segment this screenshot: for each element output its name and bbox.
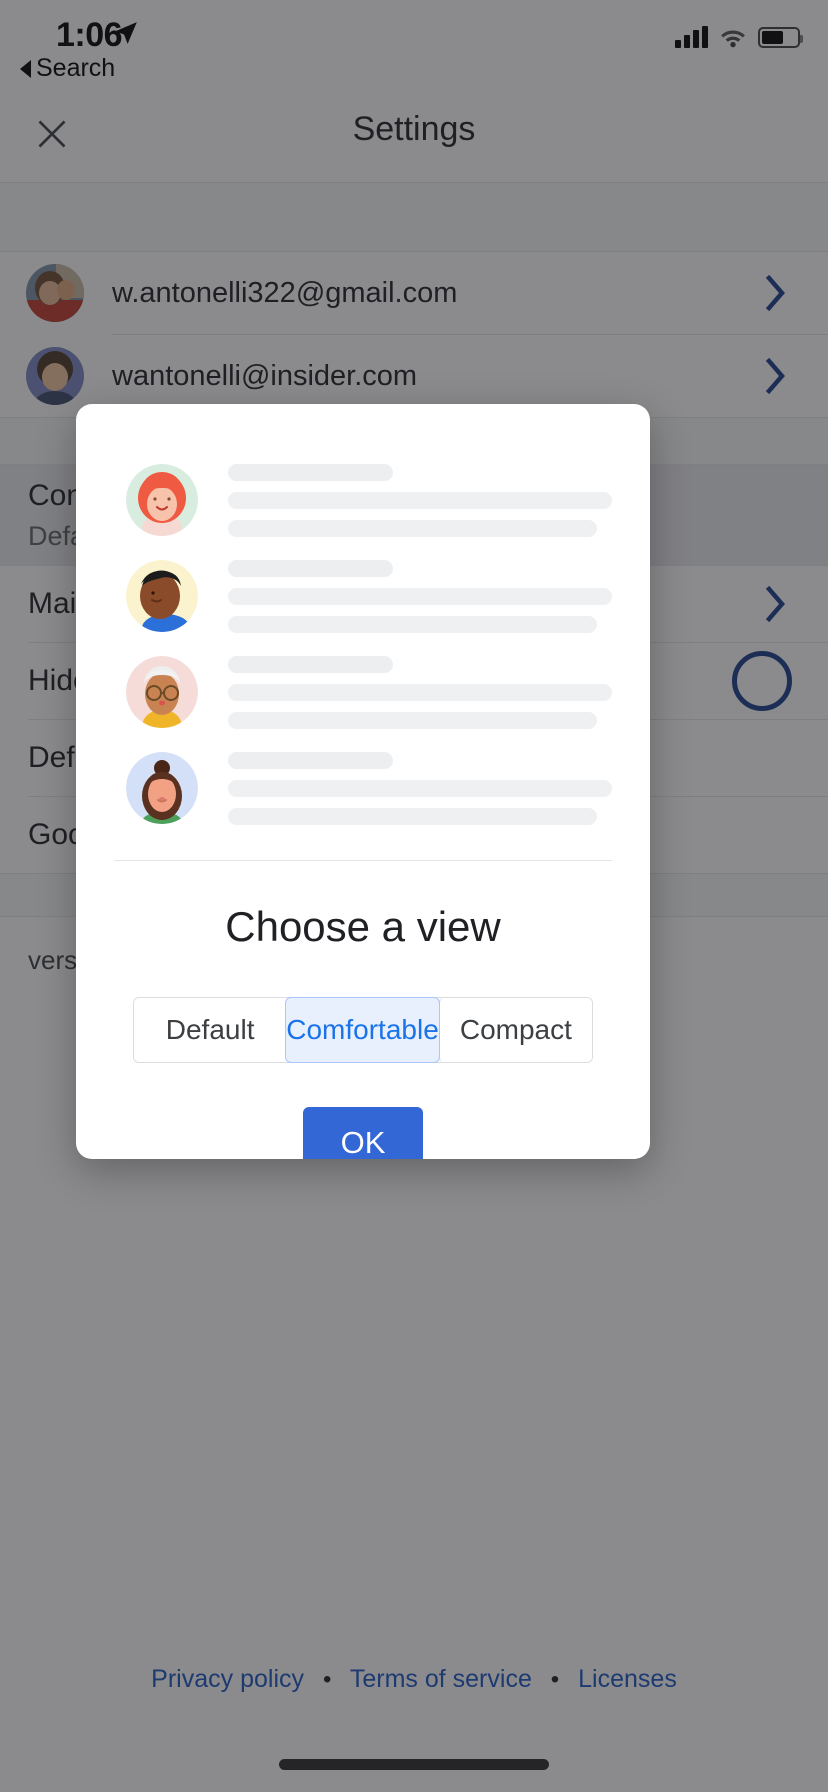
preview-placeholder-lines (228, 559, 612, 633)
view-preview (76, 404, 650, 836)
dialog-title: Choose a view (225, 903, 501, 950)
illustration-avatar-bun (126, 752, 198, 824)
dialog-actions: OK (76, 1107, 650, 1159)
illustration-avatar-glasses (126, 656, 198, 728)
segment-compact[interactable]: Compact (438, 998, 593, 1062)
phone-screen: 1:06 Search (0, 0, 828, 1792)
preview-row (76, 740, 650, 836)
preview-placeholder-lines (228, 463, 612, 537)
view-density-segmented-control: Default Comfortable Compact (133, 997, 593, 1063)
choose-a-view-dialog: Choose a view Default Comfortable Compac… (76, 404, 650, 1159)
preview-placeholder-lines (228, 655, 612, 729)
ok-button[interactable]: OK (303, 1107, 423, 1159)
illustration-avatar-red-hair (126, 464, 198, 536)
preview-row (76, 452, 650, 548)
segment-default[interactable]: Default (134, 998, 287, 1062)
preview-placeholder-lines (228, 751, 612, 825)
dialog-divider (114, 860, 612, 861)
illustration-avatar-short-hair (126, 560, 198, 632)
segment-comfortable[interactable]: Comfortable (285, 997, 440, 1063)
preview-row (76, 548, 650, 644)
preview-row (76, 644, 650, 740)
